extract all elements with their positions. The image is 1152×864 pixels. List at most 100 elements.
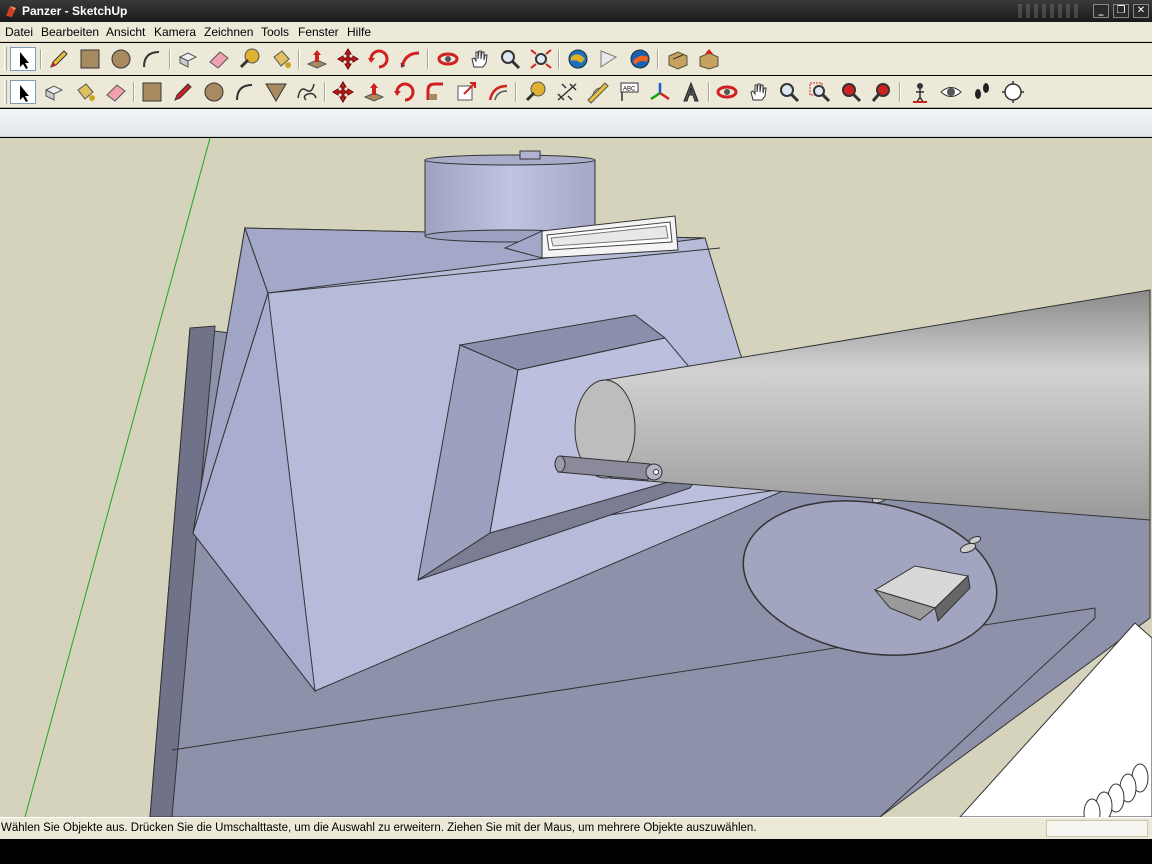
make-component-icon <box>44 85 64 101</box>
push-pull-icon <box>306 50 328 69</box>
follow-me-icon <box>400 51 420 68</box>
paint-bucket-tool-2[interactable] <box>72 80 98 104</box>
menu-kamera[interactable]: Kamera <box>154 25 196 39</box>
make-component-tool[interactable] <box>175 47 201 71</box>
rectangle-icon <box>142 82 162 102</box>
menu-ansicht[interactable]: Ansicht <box>106 25 145 39</box>
zoom-tool-2[interactable] <box>776 80 802 104</box>
rectangle-tool[interactable] <box>77 47 103 71</box>
push-pull-tool[interactable] <box>304 47 330 71</box>
menu-hilfe[interactable]: Hilfe <box>347 25 371 39</box>
rotate-tool-2[interactable] <box>392 80 418 104</box>
polygon-icon <box>265 83 287 102</box>
toolbar-separator <box>133 82 135 102</box>
axes-tool[interactable] <box>647 80 673 104</box>
toolbar-separator <box>298 49 300 69</box>
circle-icon <box>111 49 131 69</box>
eraser-tool[interactable] <box>206 47 232 71</box>
position-camera-tool[interactable] <box>907 80 933 104</box>
model-viewport[interactable] <box>0 138 1152 817</box>
dimensions-tool[interactable] <box>554 80 580 104</box>
toolbar-separator <box>324 82 326 102</box>
menu-zeichnen[interactable]: Zeichnen <box>204 25 253 39</box>
paint-bucket-icon <box>273 50 291 68</box>
look-around-tool[interactable] <box>938 80 964 104</box>
toolbar-separator <box>515 82 517 102</box>
move-tool[interactable] <box>335 47 361 71</box>
menu-bearbeiten[interactable]: Bearbeiten <box>41 25 99 39</box>
close-button[interactable]: ✕ <box>1133 4 1149 18</box>
get-models-icon <box>568 49 588 69</box>
pencil-tool[interactable] <box>46 47 72 71</box>
circle-tool-2[interactable] <box>201 80 227 104</box>
offset-tool[interactable] <box>485 80 511 104</box>
arc-tool-2[interactable] <box>232 80 258 104</box>
make-component-icon <box>178 52 198 68</box>
measurements-box[interactable] <box>1046 820 1148 837</box>
select-tool-2[interactable] <box>10 80 36 104</box>
follow-me-tool-2[interactable] <box>423 80 449 104</box>
tape-measure-tool[interactable] <box>237 47 263 71</box>
restore-button[interactable]: ❐ <box>1113 4 1129 18</box>
3d-text-tool[interactable] <box>678 80 704 104</box>
toolbar-grip[interactable] <box>4 80 7 104</box>
eraser-tool-2[interactable] <box>103 80 129 104</box>
select-icon <box>20 52 29 69</box>
get-models-tool[interactable] <box>565 47 591 71</box>
circle-tool[interactable] <box>108 47 134 71</box>
rectangle-icon <box>80 49 100 69</box>
pan-tool[interactable] <box>466 47 492 71</box>
share-model-tool[interactable] <box>596 47 622 71</box>
close-icon: ✕ <box>1136 5 1146 16</box>
window-title: Panzer - SketchUp <box>22 4 128 18</box>
toolbar-separator <box>169 49 171 69</box>
menu-tools[interactable]: Tools <box>261 25 289 39</box>
zoom-tool[interactable] <box>497 47 523 71</box>
toolbar-grip[interactable] <box>4 47 7 71</box>
next-view-tool[interactable] <box>869 80 895 104</box>
large-toolset-toolbar: ABC <box>0 76 1152 108</box>
line-tool[interactable] <box>170 80 196 104</box>
follow-me-tool[interactable] <box>397 47 423 71</box>
walk-tool[interactable] <box>969 80 995 104</box>
select-tool[interactable] <box>10 47 36 71</box>
share-component-icon <box>699 49 719 70</box>
protractor-tool[interactable] <box>585 80 611 104</box>
move-tool-2[interactable] <box>330 80 356 104</box>
google-earth-tool[interactable] <box>627 47 653 71</box>
orbit-tool[interactable] <box>435 47 461 71</box>
paint-bucket-tool[interactable] <box>268 47 294 71</box>
eraser-icon <box>209 51 229 69</box>
push-pull-icon <box>363 83 385 102</box>
tape-measure-tool-2[interactable] <box>523 80 549 104</box>
component-warehouse-tool[interactable] <box>665 47 691 71</box>
push-pull-tool-2[interactable] <box>361 80 387 104</box>
offset-icon <box>488 84 508 101</box>
scale-tool[interactable] <box>454 80 480 104</box>
previous-view-tool[interactable] <box>838 80 864 104</box>
scale-icon <box>457 82 476 101</box>
polygon-tool[interactable] <box>263 80 289 104</box>
freehand-icon <box>297 83 317 101</box>
toolbar-separator <box>40 49 42 69</box>
zoom-extents-icon <box>530 49 552 69</box>
minimize-button[interactable]: _ <box>1093 4 1109 18</box>
toolbar-separator <box>427 49 429 69</box>
component-warehouse-icon <box>668 51 688 70</box>
orbit-tool-2[interactable] <box>714 80 740 104</box>
eraser-icon <box>106 84 126 102</box>
arc-tool[interactable] <box>139 47 165 71</box>
rotate-tool[interactable] <box>366 47 392 71</box>
freehand-tool[interactable] <box>294 80 320 104</box>
menu-datei[interactable]: Datei <box>5 25 33 39</box>
zoom-extents-tool[interactable] <box>528 47 554 71</box>
section-plane-tool[interactable] <box>1000 80 1026 104</box>
make-component-tool-2[interactable] <box>41 80 67 104</box>
menu-fenster[interactable]: Fenster <box>298 25 339 39</box>
rectangle-tool-2[interactable] <box>139 80 165 104</box>
text-tool[interactable]: ABC <box>616 80 642 104</box>
share-component-tool[interactable] <box>696 47 722 71</box>
pan-tool-2[interactable] <box>745 80 771 104</box>
zoom-window-tool[interactable] <box>807 80 833 104</box>
status-bar: Wählen Sie Objekte aus. Drücken Sie die … <box>0 817 1152 839</box>
